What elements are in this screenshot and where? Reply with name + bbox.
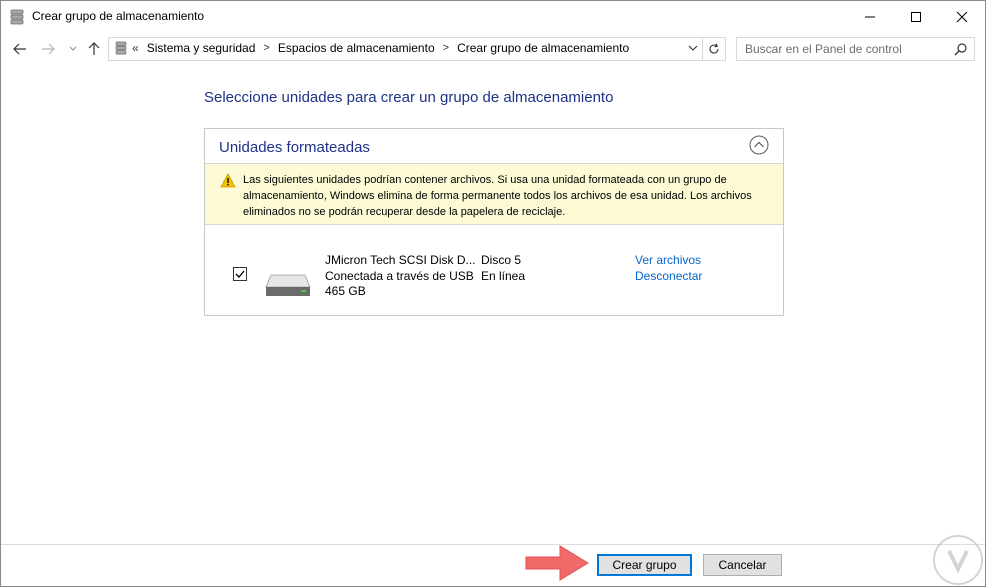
- maximize-icon: [911, 11, 921, 22]
- forward-arrow-icon: [42, 43, 55, 55]
- formatted-drives-panel: Unidades formateadas Las siguientes unid…: [204, 128, 784, 316]
- breadcrumb-item-crear-grupo[interactable]: Crear grupo de almacenamiento: [457, 41, 629, 55]
- create-pool-button[interactable]: Crear grupo: [597, 554, 692, 576]
- storage-spaces-icon: [10, 9, 24, 25]
- back-arrow-icon: [13, 43, 26, 55]
- address-dropdown-icon[interactable]: [686, 41, 700, 55]
- drive-status: En línea: [481, 268, 526, 283]
- warning-icon: [220, 173, 236, 188]
- collapse-chevron-up-icon[interactable]: [749, 135, 769, 155]
- minimize-button[interactable]: [847, 1, 893, 32]
- breadcrumb: « Sistema y seguridad > Espacios de alma…: [115, 41, 629, 55]
- view-files-link[interactable]: Ver archivos: [635, 253, 702, 269]
- annotation-arrow-icon: [525, 545, 589, 581]
- search-icon[interactable]: [954, 42, 968, 56]
- breadcrumb-overflow[interactable]: «: [132, 41, 139, 55]
- window: Crear grupo de almacenamiento « Sistema …: [0, 0, 986, 587]
- search-box: [736, 37, 975, 61]
- minimize-icon: [865, 16, 875, 17]
- drive-info: JMicron Tech SCSI Disk D... Conectada a …: [325, 253, 475, 300]
- page-heading: Seleccione unidades para crear un grupo …: [204, 89, 614, 106]
- maximize-button[interactable]: [893, 1, 939, 32]
- drive-connection: Conectada a través de USB: [325, 268, 474, 283]
- breadcrumb-separator-icon[interactable]: >: [263, 42, 269, 54]
- footer-divider: [1, 544, 985, 545]
- refresh-icon: [709, 43, 719, 54]
- warning-text: Las siguientes unidades podrían contener…: [243, 174, 752, 218]
- refresh-button[interactable]: [702, 38, 725, 60]
- back-button[interactable]: [11, 40, 29, 58]
- drive-size: 465 GB: [325, 284, 366, 298]
- hard-drive-icon: [265, 274, 311, 296]
- search-input[interactable]: [737, 38, 950, 60]
- control-panel-icon: [115, 41, 127, 55]
- window-title: Crear grupo de almacenamiento: [32, 9, 205, 23]
- panel-title: Unidades formateadas: [219, 139, 370, 156]
- disconnect-link[interactable]: Desconectar: [635, 269, 702, 285]
- warning-banner: Las siguientes unidades podrían contener…: [205, 164, 783, 225]
- breadcrumb-item-espacios-de-almacenamiento[interactable]: Espacios de almacenamiento: [278, 41, 435, 55]
- up-arrow-icon: [88, 42, 100, 55]
- checkmark-icon: [235, 270, 245, 278]
- breadcrumb-separator-icon[interactable]: >: [443, 42, 449, 54]
- title-bar: Crear grupo de almacenamiento: [1, 1, 985, 32]
- drive-name: JMicron Tech SCSI Disk D...: [325, 253, 476, 267]
- watermark-logo-icon: [933, 535, 983, 585]
- forward-button[interactable]: [39, 40, 57, 58]
- close-button[interactable]: [939, 1, 985, 32]
- cancel-button[interactable]: Cancelar: [703, 554, 782, 576]
- close-icon: [956, 11, 968, 22]
- chevron-down-icon: [69, 46, 77, 51]
- drive-checkbox[interactable]: [233, 267, 247, 281]
- recent-locations-button[interactable]: [64, 40, 82, 58]
- drive-status-info: Disco 5 En línea: [481, 253, 525, 284]
- drive-row: JMicron Tech SCSI Disk D... Conectada a …: [205, 225, 783, 315]
- up-button[interactable]: [85, 40, 103, 58]
- drive-actions: Ver archivos Desconectar: [635, 253, 702, 284]
- breadcrumb-item-sistema-y-seguridad[interactable]: Sistema y seguridad: [147, 41, 256, 55]
- address-bar[interactable]: « Sistema y seguridad > Espacios de alma…: [108, 37, 726, 61]
- drive-disk: Disco 5: [481, 253, 522, 267]
